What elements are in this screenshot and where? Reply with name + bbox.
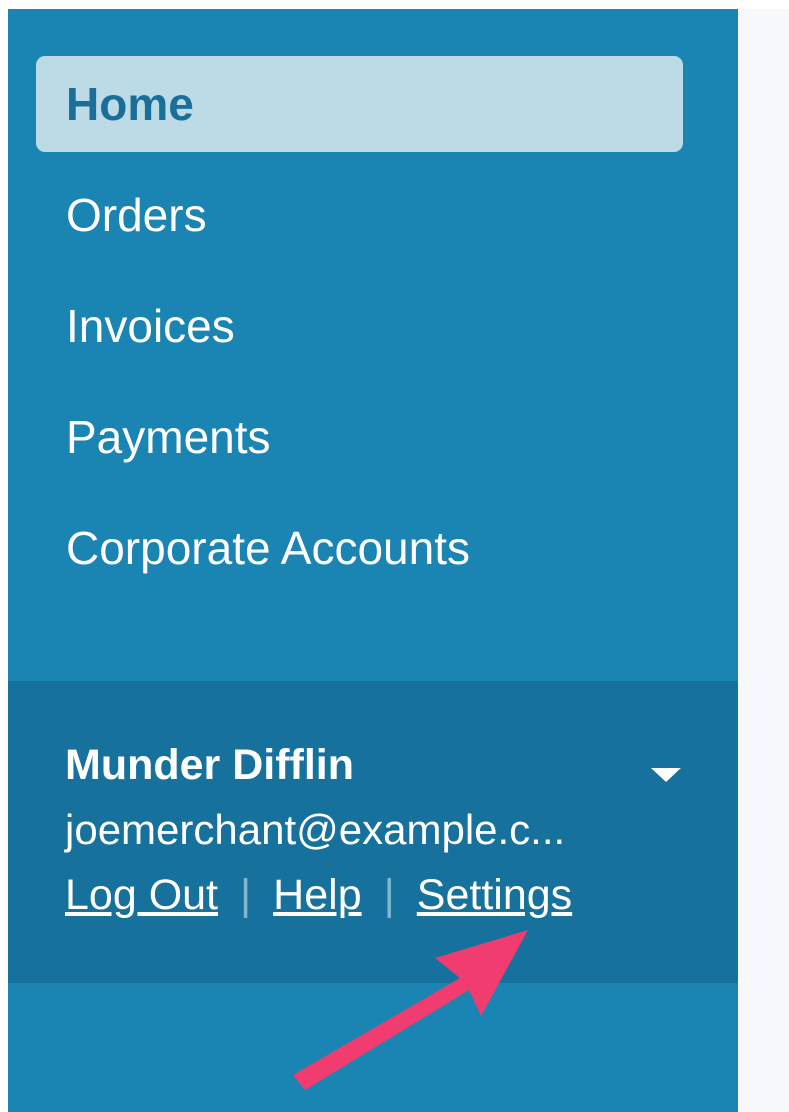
settings-link[interactable]: Settings [417, 871, 572, 919]
logout-link[interactable]: Log Out [65, 871, 218, 919]
main-content [738, 9, 789, 1112]
sidebar-item-payments[interactable]: Payments [36, 389, 683, 485]
account-email: joemerchant@example.c... [65, 806, 566, 853]
account-name: Munder Difflin [65, 741, 355, 789]
account-links: Log Out | Help | Settings [65, 871, 572, 920]
sidebar-item-label: Payments [66, 411, 271, 463]
sidebar-item-corporate-accounts[interactable]: Corporate Accounts [36, 500, 683, 596]
sidebar-item-label: Home [66, 78, 194, 130]
help-link[interactable]: Help [273, 871, 361, 919]
sidebar-item-label: Corporate Accounts [66, 522, 471, 574]
page: Home Orders Invoices Payments Corporate … [0, 0, 789, 1112]
sidebar-item-label: Orders [66, 189, 207, 241]
sidebar-item-orders[interactable]: Orders [36, 167, 683, 263]
sidebar-item-invoices[interactable]: Invoices [36, 278, 683, 374]
sidebar-item-label: Invoices [66, 300, 235, 352]
link-separator: | [383, 871, 395, 919]
link-separator: | [240, 871, 252, 919]
sidebar-nav: Home Orders Invoices Payments Corporate … [36, 56, 683, 611]
chevron-down-icon[interactable] [651, 768, 681, 782]
sidebar-item-home[interactable]: Home [36, 56, 683, 152]
pointer-arrow-icon [293, 930, 528, 1090]
